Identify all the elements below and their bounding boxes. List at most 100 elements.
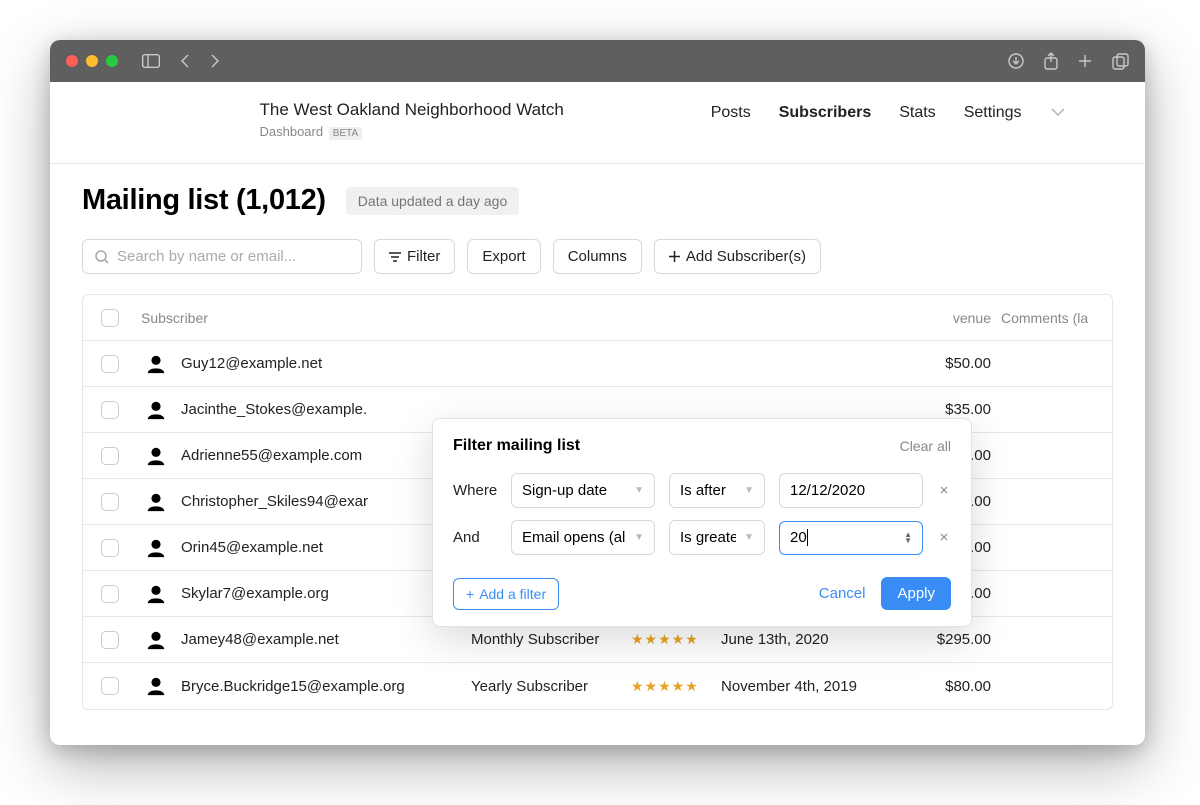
filter-field-select[interactable]: Sign-up date▼ (511, 473, 655, 508)
avatar-icon (145, 445, 167, 467)
avatar-icon (145, 491, 167, 513)
clear-all-button[interactable]: Clear all (900, 438, 951, 454)
subscriber-cell: Adrienne55@example.com (141, 445, 471, 467)
filter-conjunction: Where (453, 482, 497, 499)
nav-forward-icon[interactable] (210, 54, 220, 68)
traffic-lights (66, 55, 118, 67)
col-comments[interactable]: Comments (la (1001, 310, 1111, 326)
titlebar (50, 40, 1145, 82)
table-row[interactable]: Guy12@example.net $50.00 (83, 341, 1112, 387)
search-input[interactable]: Search by name or email... (82, 239, 362, 274)
rating-cell: ★★★★★ (631, 678, 721, 695)
filter-field-select[interactable]: Email opens (all-ti▼ (511, 520, 655, 555)
plan-cell: Yearly Subscriber (471, 678, 631, 695)
chevron-down-icon: ▼ (744, 532, 754, 543)
date-cell: June 13th, 2020 (721, 631, 901, 648)
brand: The West Oakland Neighborhood Watch Dash… (260, 100, 564, 139)
new-tab-icon[interactable] (1078, 54, 1092, 68)
avatar-icon (145, 629, 167, 651)
filter-row: And Email opens (all-ti▼ Is greater ▼ 20▲▼ × (453, 520, 951, 555)
filter-title: Filter mailing list (453, 437, 580, 455)
col-subscriber[interactable]: Subscriber (141, 310, 471, 326)
subscriber-email: Orin45@example.net (181, 539, 323, 556)
subscriber-email: Bryce.Buckridge15@example.org (181, 678, 405, 695)
nav-more-icon[interactable] (1050, 104, 1066, 122)
copy-icon[interactable] (1112, 53, 1129, 70)
avatar-icon (145, 399, 167, 421)
subscriber-cell: Orin45@example.net (141, 537, 471, 559)
filter-conjunction: And (453, 529, 497, 546)
close-window-icon[interactable] (66, 55, 78, 67)
add-subscriber-button[interactable]: Add Subscriber(s) (654, 239, 821, 274)
nav-back-icon[interactable] (180, 54, 190, 68)
table-row[interactable]: Bryce.Buckridge15@example.org Yearly Subs… (83, 663, 1112, 709)
filter-operator-select[interactable]: Is greater ▼ (669, 520, 765, 555)
revenue-cell: $80.00 (901, 678, 1001, 695)
page-title: Mailing list (1,012) (82, 184, 326, 217)
row-checkbox[interactable] (101, 447, 119, 465)
main-nav: Posts Subscribers Stats Settings (711, 100, 1066, 122)
download-icon[interactable] (1008, 53, 1024, 69)
search-placeholder: Search by name or email... (117, 248, 296, 265)
avatar-icon (145, 537, 167, 559)
plus-icon: + (466, 586, 474, 602)
content: Mailing list (1,012) Data updated a day … (50, 164, 1145, 745)
share-icon[interactable] (1044, 52, 1058, 70)
chevron-down-icon: ▼ (634, 485, 644, 496)
search-icon (95, 250, 109, 264)
export-button[interactable]: Export (467, 239, 540, 274)
row-checkbox[interactable] (101, 355, 119, 373)
site-header: The West Oakland Neighborhood Watch Dash… (50, 82, 1145, 164)
remove-filter-icon[interactable]: × (937, 482, 951, 499)
apply-button[interactable]: Apply (881, 577, 951, 610)
subscriber-cell: Skylar7@example.org (141, 583, 471, 605)
plus-icon (669, 251, 680, 262)
revenue-cell: $295.00 (901, 631, 1001, 648)
chevron-down-icon: ▼ (744, 485, 754, 496)
filter-button[interactable]: Filter (374, 239, 455, 274)
avatar-icon (145, 675, 167, 697)
sidebar-toggle-icon[interactable] (142, 54, 160, 68)
updated-badge: Data updated a day ago (346, 187, 519, 215)
nav-stats[interactable]: Stats (899, 104, 935, 122)
nav-posts[interactable]: Posts (711, 104, 751, 122)
add-filter-button[interactable]: + Add a filter (453, 578, 559, 610)
rating-cell: ★★★★★ (631, 631, 721, 648)
date-cell: November 4th, 2019 (721, 678, 901, 695)
avatar-icon (145, 353, 167, 375)
row-checkbox[interactable] (101, 493, 119, 511)
table-header: Subscriber venue Comments (la (83, 295, 1112, 341)
toolbar: Search by name or email... Filter Export… (82, 239, 1113, 274)
maximize-window-icon[interactable] (106, 55, 118, 67)
row-checkbox[interactable] (101, 631, 119, 649)
row-checkbox[interactable] (101, 539, 119, 557)
cancel-button[interactable]: Cancel (819, 585, 866, 602)
chevron-down-icon: ▼ (634, 532, 644, 543)
remove-filter-icon[interactable]: × (937, 529, 951, 546)
columns-button[interactable]: Columns (553, 239, 642, 274)
filter-value-input[interactable]: 12/12/2020 (779, 473, 923, 508)
nav-subscribers[interactable]: Subscribers (779, 104, 871, 122)
row-checkbox[interactable] (101, 585, 119, 603)
filter-row: Where Sign-up date▼ Is after▼ 12/12/2020 × (453, 473, 951, 508)
subscriber-email: Christopher_Skiles94@exar (181, 493, 368, 510)
filter-operator-select[interactable]: Is after▼ (669, 473, 765, 508)
row-checkbox[interactable] (101, 677, 119, 695)
revenue-cell: $35.00 (901, 401, 1001, 418)
subscriber-cell: Jamey48@example.net (141, 629, 471, 651)
nav-settings[interactable]: Settings (964, 104, 1022, 122)
revenue-cell: $50.00 (901, 355, 1001, 372)
subscriber-cell: Christopher_Skiles94@exar (141, 491, 471, 513)
subscriber-cell: Bryce.Buckridge15@example.org (141, 675, 471, 697)
avatar-icon (145, 583, 167, 605)
filter-value-input[interactable]: 20▲▼ (779, 521, 923, 555)
stepper-icon[interactable]: ▲▼ (904, 532, 912, 544)
subscriber-email: Jamey48@example.net (181, 631, 339, 648)
site-name: The West Oakland Neighborhood Watch (260, 100, 564, 120)
select-all-checkbox[interactable] (101, 309, 119, 327)
subscriber-email: Guy12@example.net (181, 355, 322, 372)
plan-cell: Monthly Subscriber (471, 631, 631, 648)
minimize-window-icon[interactable] (86, 55, 98, 67)
col-revenue[interactable]: venue (901, 310, 1001, 326)
row-checkbox[interactable] (101, 401, 119, 419)
